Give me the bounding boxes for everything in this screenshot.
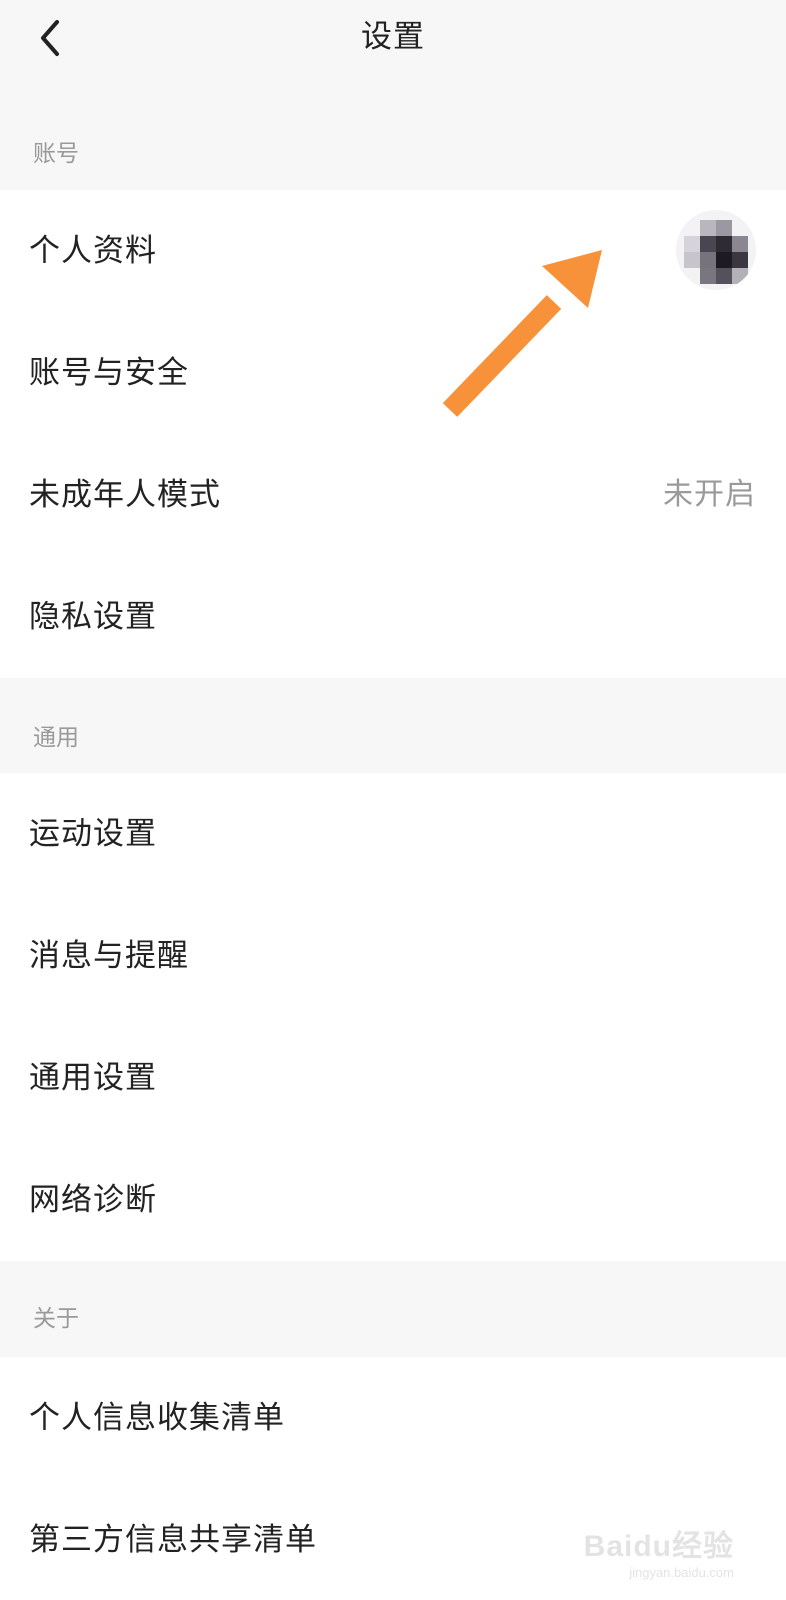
settings-item-label: 个人资料 [29,233,157,269]
settings-item-privacy[interactable]: 隐私设置 [0,556,786,678]
section-header-about: 关于 [0,1261,786,1357]
settings-group-about: 个人信息收集清单 第三方信息共享清单 [0,1357,786,1600]
section-header-account: 账号 [0,88,786,190]
settings-item-general-settings[interactable]: 通用设置 [0,1017,786,1139]
settings-item-account-security[interactable]: 账号与安全 [0,312,786,434]
settings-item-label: 账号与安全 [29,355,189,391]
settings-group-general: 运动设置 消息与提醒 通用设置 网络诊断 [0,773,786,1261]
settings-item-label: 隐私设置 [29,599,157,635]
settings-item-profile[interactable]: 个人资料 [0,190,786,312]
settings-item-label: 消息与提醒 [29,938,189,974]
settings-item-network-diagnosis[interactable]: 网络诊断 [0,1139,786,1261]
minor-mode-status: 未开启 [663,477,756,512]
avatar[interactable] [676,210,756,290]
section-header-general: 通用 [0,678,786,773]
settings-item-label: 未成年人模式 [29,477,221,513]
page-title: 设置 [361,19,425,55]
section-title: 关于 [33,1306,79,1332]
section-title: 通用 [33,725,79,751]
settings-item-label: 个人信息收集清单 [29,1400,285,1436]
section-title: 账号 [33,141,79,167]
nav-bar: 设置 [0,0,786,88]
settings-item-label: 通用设置 [29,1060,157,1096]
settings-item-label: 第三方信息共享清单 [29,1522,317,1558]
settings-item-notifications[interactable]: 消息与提醒 [0,895,786,1017]
settings-item-sport-settings[interactable]: 运动设置 [0,773,786,895]
settings-item-label: 运动设置 [29,816,157,852]
settings-item-minor-mode[interactable]: 未成年人模式 未开启 [0,434,786,556]
settings-item-personal-info-list[interactable]: 个人信息收集清单 [0,1357,786,1479]
settings-item-label: 网络诊断 [29,1182,157,1218]
settings-item-third-party-sharing-list[interactable]: 第三方信息共享清单 [0,1479,786,1600]
settings-group-account: 个人资料 账号与安全 未成年人模式 未开启 隐私设置 [0,190,786,678]
